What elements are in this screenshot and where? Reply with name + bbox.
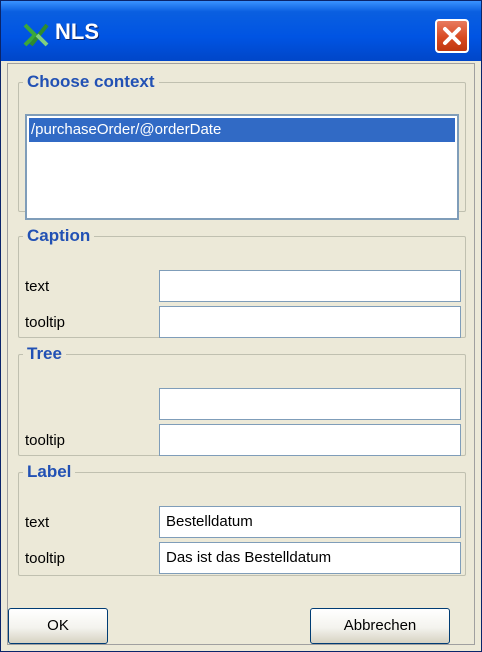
nls-dialog: NLS Choose context /purchaseOrder/@order…	[0, 0, 482, 652]
tree-legend: Tree	[27, 344, 62, 363]
label-group: Label text Bestelldatum tooltip Das ist …	[18, 462, 466, 576]
tree-group: Tree tooltip	[18, 344, 466, 456]
x-app-icon	[23, 23, 49, 47]
title-bar[interactable]: NLS	[1, 1, 481, 61]
tree-tooltip-field[interactable]	[159, 424, 461, 456]
ok-button[interactable]: OK	[8, 608, 108, 644]
choose-context-group: Choose context /purchaseOrder/@orderDate	[18, 72, 466, 220]
caption-tooltip-field[interactable]	[159, 306, 461, 338]
label-text-field[interactable]: Bestelldatum	[159, 506, 461, 538]
caption-group: Caption text tooltip	[18, 226, 466, 338]
caption-text-label: text	[25, 278, 50, 295]
tree-text-field[interactable]	[159, 388, 461, 420]
dialog-content: Choose context /purchaseOrder/@orderDate…	[7, 63, 475, 645]
close-button[interactable]	[435, 19, 469, 53]
caption-text-field[interactable]	[159, 270, 461, 302]
cancel-button[interactable]: Abbrechen	[310, 608, 450, 644]
close-icon	[443, 27, 461, 45]
caption-tooltip-label: tooltip	[25, 314, 66, 331]
label-tooltip-field[interactable]: Das ist das Bestelldatum	[159, 542, 461, 574]
choose-context-legend: Choose context	[27, 72, 155, 91]
label-legend: Label	[27, 462, 72, 481]
context-listbox[interactable]: /purchaseOrder/@orderDate	[25, 114, 459, 220]
label-text-label: text	[25, 514, 50, 531]
label-tooltip-label: tooltip	[25, 550, 66, 567]
context-item-selected[interactable]: /purchaseOrder/@orderDate	[29, 118, 455, 142]
window-title: NLS	[55, 19, 99, 44]
tree-tooltip-label: tooltip	[25, 432, 66, 449]
caption-legend: Caption	[27, 226, 91, 245]
